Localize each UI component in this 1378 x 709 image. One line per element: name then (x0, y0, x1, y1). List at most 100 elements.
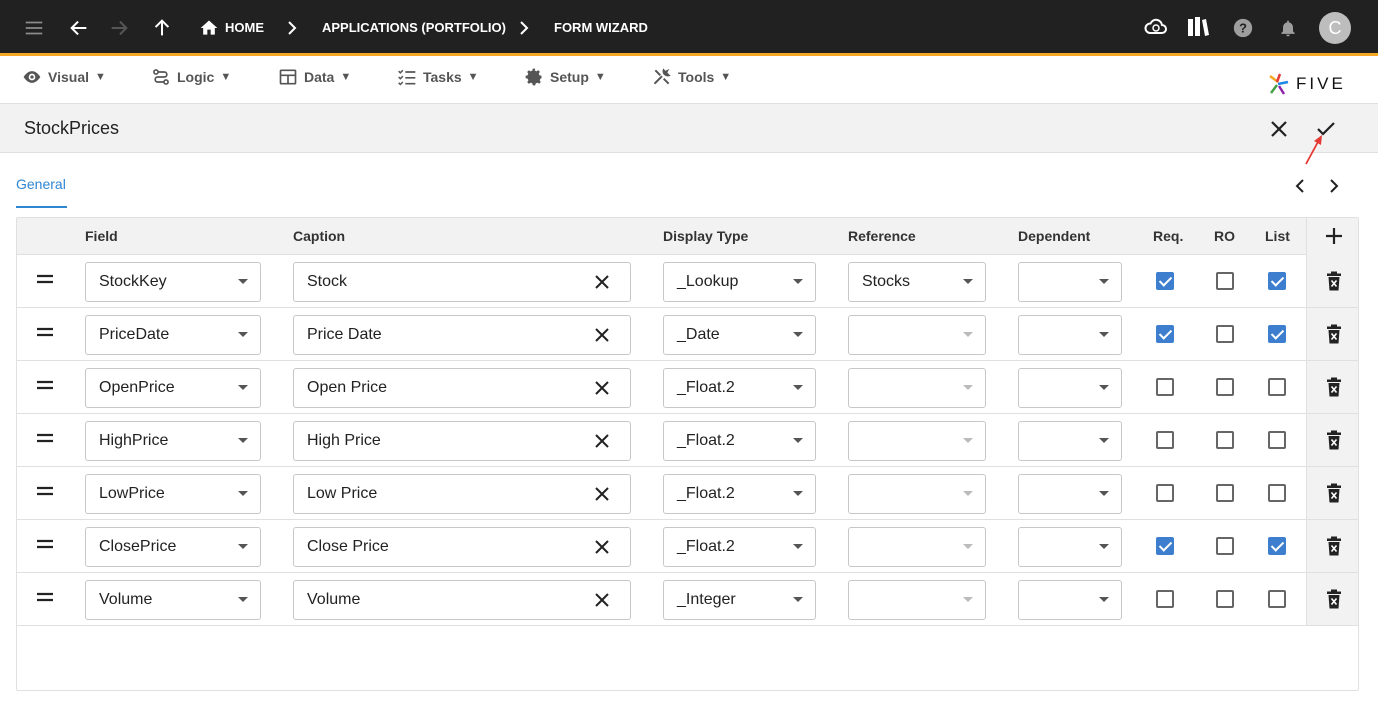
display-type-select[interactable]: _Integer (663, 580, 816, 620)
caption-input[interactable]: Volume (293, 580, 631, 620)
ro-checkbox[interactable] (1216, 378, 1234, 396)
clear-icon[interactable] (594, 486, 610, 502)
hamburger-menu-icon[interactable] (22, 16, 46, 40)
dependent-select[interactable] (1018, 474, 1122, 514)
caption-input[interactable]: Stock (293, 262, 631, 302)
req-checkbox[interactable] (1156, 431, 1174, 449)
list-checkbox[interactable] (1268, 272, 1286, 290)
dependent-select[interactable] (1018, 580, 1122, 620)
add-row-button[interactable] (1323, 225, 1345, 247)
forward-arrow-icon[interactable] (107, 16, 131, 40)
delete-icon[interactable] (1326, 483, 1342, 503)
ro-checkbox[interactable] (1216, 537, 1234, 555)
caption-input[interactable]: Close Price (293, 527, 631, 567)
display-type-select[interactable]: _Date (663, 315, 816, 355)
dependent-select[interactable] (1018, 421, 1122, 461)
clear-icon[interactable] (594, 327, 610, 343)
field-select[interactable]: OpenPrice (85, 368, 261, 408)
field-select[interactable]: Volume (85, 580, 261, 620)
menu-tools[interactable]: Tools ▼ (652, 62, 731, 92)
display-type-select[interactable]: _Float.2 (663, 368, 816, 408)
field-select[interactable]: ClosePrice (85, 527, 261, 567)
caption-input[interactable]: Open Price (293, 368, 631, 408)
menu-visual[interactable]: Visual ▼ (22, 62, 106, 92)
home-icon[interactable] (198, 17, 220, 39)
field-select[interactable]: HighPrice (85, 421, 261, 461)
req-checkbox[interactable] (1156, 378, 1174, 396)
drag-handle-icon[interactable] (37, 539, 53, 549)
clear-icon[interactable] (594, 592, 610, 608)
previous-page-button[interactable] (1290, 176, 1310, 196)
drag-handle-icon[interactable] (37, 486, 53, 496)
ro-checkbox[interactable] (1216, 590, 1234, 608)
reference-select[interactable] (848, 474, 986, 514)
breadcrumb-home[interactable]: HOME (225, 0, 264, 56)
breadcrumb-form-wizard[interactable]: FORM WIZARD (554, 0, 648, 56)
reference-select[interactable] (848, 527, 986, 567)
drag-handle-icon[interactable] (37, 433, 53, 443)
field-select[interactable]: PriceDate (85, 315, 261, 355)
delete-icon[interactable] (1326, 430, 1342, 450)
ro-checkbox[interactable] (1216, 431, 1234, 449)
help-icon[interactable]: ? (1231, 16, 1255, 40)
dependent-select[interactable] (1018, 315, 1122, 355)
reference-select[interactable] (848, 580, 986, 620)
caption-input[interactable]: Price Date (293, 315, 631, 355)
avatar[interactable]: C (1319, 12, 1351, 44)
display-type-select[interactable]: _Float.2 (663, 421, 816, 461)
close-button[interactable] (1267, 117, 1291, 141)
clear-icon[interactable] (594, 539, 610, 555)
ro-checkbox[interactable] (1216, 484, 1234, 502)
list-checkbox[interactable] (1268, 537, 1286, 555)
menu-logic[interactable]: Logic ▼ (151, 62, 231, 92)
dependent-select[interactable] (1018, 527, 1122, 567)
clear-icon[interactable] (594, 433, 610, 449)
list-checkbox[interactable] (1268, 431, 1286, 449)
cloud-sync-icon[interactable] (1143, 14, 1169, 40)
req-checkbox[interactable] (1156, 272, 1174, 290)
req-checkbox[interactable] (1156, 537, 1174, 555)
caption-input[interactable]: Low Price (293, 474, 631, 514)
req-checkbox[interactable] (1156, 590, 1174, 608)
drag-handle-icon[interactable] (37, 592, 53, 602)
drag-handle-icon[interactable] (37, 274, 53, 284)
next-page-button[interactable] (1324, 176, 1344, 196)
reference-select[interactable]: Stocks (848, 262, 986, 302)
notifications-bell-icon[interactable] (1276, 16, 1300, 40)
display-type-select[interactable]: _Lookup (663, 262, 816, 302)
delete-icon[interactable] (1326, 377, 1342, 397)
delete-icon[interactable] (1326, 271, 1342, 291)
field-select[interactable]: StockKey (85, 262, 261, 302)
req-checkbox[interactable] (1156, 325, 1174, 343)
menu-data[interactable]: Data ▼ (278, 62, 351, 92)
dependent-select[interactable] (1018, 368, 1122, 408)
menu-setup[interactable]: Setup ▼ (524, 62, 606, 92)
caption-input[interactable]: High Price (293, 421, 631, 461)
tab-general[interactable]: General (16, 168, 67, 208)
delete-icon[interactable] (1326, 589, 1342, 609)
reference-select[interactable] (848, 315, 986, 355)
list-checkbox[interactable] (1268, 325, 1286, 343)
list-checkbox[interactable] (1268, 590, 1286, 608)
ro-checkbox[interactable] (1216, 272, 1234, 290)
up-arrow-icon[interactable] (150, 16, 174, 40)
req-checkbox[interactable] (1156, 484, 1174, 502)
list-checkbox[interactable] (1268, 484, 1286, 502)
reference-select[interactable] (848, 368, 986, 408)
library-books-icon[interactable] (1185, 14, 1211, 40)
field-select[interactable]: LowPrice (85, 474, 261, 514)
display-type-select[interactable]: _Float.2 (663, 527, 816, 567)
clear-icon[interactable] (594, 380, 610, 396)
ro-checkbox[interactable] (1216, 325, 1234, 343)
breadcrumb-applications[interactable]: APPLICATIONS (PORTFOLIO) (322, 0, 506, 56)
display-type-select[interactable]: _Float.2 (663, 474, 816, 514)
reference-select[interactable] (848, 421, 986, 461)
drag-handle-icon[interactable] (37, 380, 53, 390)
delete-icon[interactable] (1326, 536, 1342, 556)
clear-icon[interactable] (594, 274, 610, 290)
dependent-select[interactable] (1018, 262, 1122, 302)
drag-handle-icon[interactable] (37, 327, 53, 337)
list-checkbox[interactable] (1268, 378, 1286, 396)
menu-tasks[interactable]: Tasks ▼ (397, 62, 479, 92)
back-arrow-icon[interactable] (67, 16, 91, 40)
